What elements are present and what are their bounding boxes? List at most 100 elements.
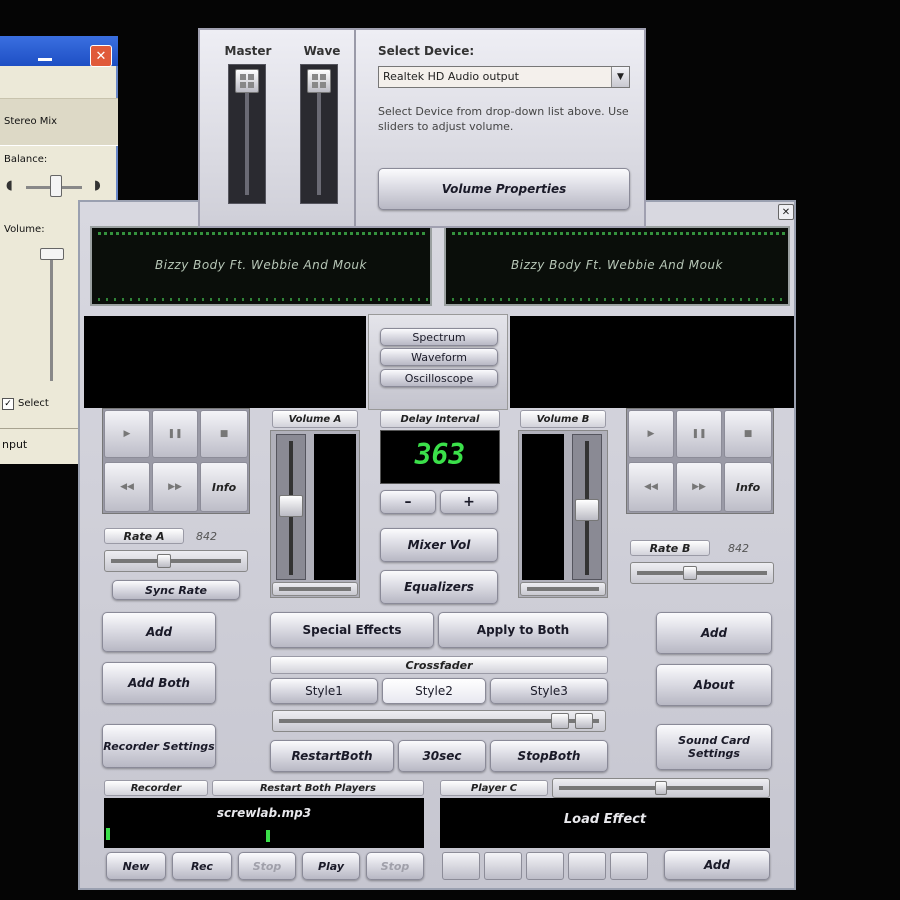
rewind-a-button[interactable]: ◀◀ — [104, 462, 150, 512]
fast-forward-icon: ▶▶ — [692, 482, 706, 492]
select-checkbox[interactable]: ✓ — [2, 398, 14, 410]
rewind-icon: ◀◀ — [644, 482, 658, 492]
play-icon: ▶ — [647, 429, 655, 439]
stop-a-button[interactable]: ■ — [200, 410, 248, 458]
play-rec-button[interactable]: Play — [302, 852, 360, 880]
restart-both-button[interactable]: RestartBoth — [270, 740, 394, 772]
new-button[interactable]: New — [106, 852, 166, 880]
main-close-button[interactable]: ✕ — [778, 204, 794, 220]
meter-a — [98, 232, 428, 235]
recorder-meter-mid — [266, 830, 270, 842]
device-dropdown[interactable]: Realtek HD Audio output ▼ — [378, 66, 630, 88]
player-c-btn-3[interactable] — [526, 852, 564, 880]
mixer-vol-button[interactable]: Mixer Vol — [380, 528, 498, 562]
crossfader-thumb[interactable] — [551, 713, 569, 729]
volume-b-balance[interactable] — [520, 582, 606, 596]
minimize-icon[interactable] — [38, 58, 52, 61]
rate-b-value: 842 — [728, 542, 749, 555]
rate-a-slider[interactable] — [104, 550, 248, 572]
volume-b-slider[interactable] — [572, 434, 602, 580]
rec-button[interactable]: Rec — [172, 852, 232, 880]
pause-a-button[interactable]: ❚❚ — [152, 410, 198, 458]
volume-thumb[interactable] — [40, 248, 64, 260]
progress-a — [98, 298, 428, 301]
style3-button[interactable]: Style3 — [490, 678, 608, 704]
volume-b-thumb[interactable] — [575, 499, 599, 521]
recorder-settings-button[interactable]: Recorder Settings — [102, 724, 216, 768]
stop-play-button[interactable]: Stop — [366, 852, 424, 880]
forward-b-button[interactable]: ▶▶ — [676, 462, 722, 512]
style1-button[interactable]: Style1 — [270, 678, 378, 704]
speaker-right-icon: ◗ — [94, 178, 101, 193]
footer-label: nput — [2, 438, 28, 451]
player-c-volume-slider[interactable] — [552, 778, 770, 798]
sound-card-settings-button[interactable]: Sound Card Settings — [656, 724, 772, 770]
special-effects-button[interactable]: Special Effects — [270, 612, 434, 648]
wave-slider[interactable] — [300, 64, 338, 204]
device-instructions: Select Device from drop-down list above.… — [378, 105, 629, 133]
spectrum-button[interactable]: Spectrum — [380, 328, 498, 346]
rewind-b-button[interactable]: ◀◀ — [628, 462, 674, 512]
volume-b-meter — [522, 434, 564, 580]
delay-value: 363 — [414, 438, 466, 471]
wave-thumb[interactable] — [307, 69, 331, 93]
play-b-button[interactable]: ▶ — [628, 410, 674, 458]
pause-icon: ❚❚ — [167, 429, 183, 439]
stop-b-button[interactable]: ■ — [724, 410, 772, 458]
master-thumb[interactable] — [235, 69, 259, 93]
player-c-thumb[interactable] — [655, 781, 667, 795]
player-c-btn-5[interactable] — [610, 852, 648, 880]
rate-b-slider[interactable] — [630, 562, 774, 584]
info-a-button[interactable]: Info — [200, 462, 248, 512]
player-c-add-button[interactable]: Add — [664, 850, 770, 880]
player-c-btn-4[interactable] — [568, 852, 606, 880]
volume-a-label: Volume A — [272, 410, 358, 428]
stop-rec-button[interactable]: Stop — [238, 852, 296, 880]
add-a-button[interactable]: Add — [102, 612, 216, 652]
select-device-label: Select Device: — [378, 44, 475, 58]
restart-both-players-label[interactable]: Restart Both Players — [212, 780, 424, 796]
forward-a-button[interactable]: ▶▶ — [152, 462, 198, 512]
crossfader-slider[interactable] — [272, 710, 606, 732]
stop-icon: ■ — [743, 429, 753, 439]
volume-label: Volume: — [4, 224, 45, 235]
style2-button[interactable]: Style2 — [382, 678, 486, 704]
balance-thumb[interactable] — [50, 175, 62, 197]
volume-a-balance[interactable] — [272, 582, 358, 596]
volume-a-thumb[interactable] — [279, 495, 303, 517]
volume-properties-button[interactable]: Volume Properties — [378, 168, 630, 210]
device-dropdown-value: Realtek HD Audio output — [383, 70, 519, 83]
meter-b — [452, 232, 786, 235]
delay-plus-button[interactable]: + — [440, 490, 498, 514]
close-icon[interactable]: ✕ — [90, 45, 112, 67]
master-slider[interactable] — [228, 64, 266, 204]
balance-label: Balance: — [4, 154, 48, 165]
pause-b-button[interactable]: ❚❚ — [676, 410, 722, 458]
load-effect-text: Load Effect — [563, 812, 647, 827]
waveform-button[interactable]: Waveform — [380, 348, 498, 366]
rate-a-thumb[interactable] — [157, 554, 171, 568]
play-a-button[interactable]: ▶ — [104, 410, 150, 458]
sync-rate-button[interactable]: Sync Rate — [112, 580, 240, 600]
rate-a-value: 842 — [196, 530, 217, 543]
thirty-sec-button[interactable]: 30sec — [398, 740, 486, 772]
crossfader-label: Crossfader — [270, 656, 608, 674]
apply-to-both-button[interactable]: Apply to Both — [438, 612, 608, 648]
player-c-btn-2[interactable] — [484, 852, 522, 880]
pause-icon: ❚❚ — [691, 429, 707, 439]
player-c-btn-1[interactable] — [442, 852, 480, 880]
volume-a-slider[interactable] — [276, 434, 306, 580]
recorder-file: screwlab.mp3 — [216, 806, 312, 820]
rate-b-thumb[interactable] — [683, 566, 697, 580]
chevron-down-icon[interactable]: ▼ — [611, 67, 629, 87]
add-both-button[interactable]: Add Both — [102, 662, 216, 704]
volume-rail[interactable] — [50, 251, 53, 381]
equalizers-button[interactable]: Equalizers — [380, 570, 498, 604]
oscilloscope-button[interactable]: Oscilloscope — [380, 369, 498, 387]
delay-minus-button[interactable]: – — [380, 490, 436, 514]
info-b-button[interactable]: Info — [724, 462, 772, 512]
about-button[interactable]: About — [656, 664, 772, 706]
master-label: Master — [224, 44, 272, 58]
stop-both-button[interactable]: StopBoth — [490, 740, 608, 772]
add-b-button[interactable]: Add — [656, 612, 772, 654]
